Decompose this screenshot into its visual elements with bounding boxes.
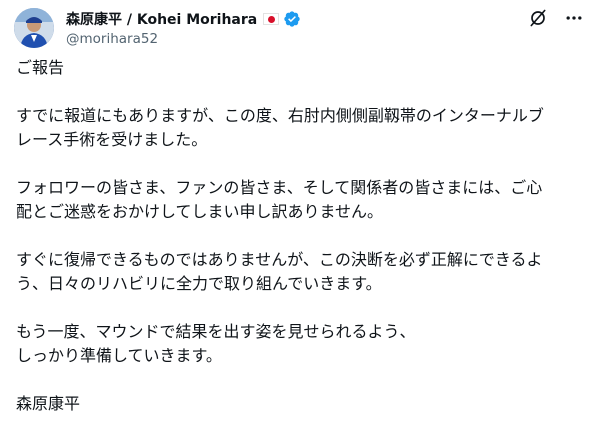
tweet-header: 森原康平 / Kohei Morihara @morihara52 — [14, 8, 586, 52]
post-paragraph: もう一度、マウンドで結果を出す姿を見せられるよう、 しっかり準備していきます。 — [16, 322, 416, 365]
verified-badge-icon — [284, 11, 300, 27]
avatar[interactable] — [14, 8, 54, 48]
tweet-card: 森原康平 / Kohei Morihara @morihara52 ご報告 すで… — [0, 0, 596, 444]
display-name-line: 森原康平 / Kohei Morihara — [66, 10, 301, 28]
post-paragraph: すぐに復帰できるものではありませんが、この決断を必ず正解にできるよ う、日々のリ… — [16, 250, 543, 293]
display-name[interactable]: 森原康平 / Kohei Morihara — [66, 9, 257, 29]
tweet-text: ご報告 すでに報道にもありますが、この度、右肘内側側副靱帯のインターナルブ レー… — [16, 56, 584, 416]
tweet-actions — [528, 8, 584, 28]
japan-flag-icon — [263, 13, 280, 25]
post-paragraph: ご報告 — [16, 58, 65, 77]
post-paragraph: フォロワーの皆さま、ファンの皆さま、そして関係者の皆さまには、ご心 配とご迷惑を… — [16, 178, 543, 221]
more-icon[interactable] — [564, 8, 584, 28]
post-paragraph: すでに報道にもありますが、この度、右肘内側側副靱帯のインターナルブ レース手術を… — [16, 106, 544, 149]
post-signature: 森原康平 — [16, 394, 81, 413]
avatar-photo — [14, 8, 54, 48]
author-names: 森原康平 / Kohei Morihara @morihara52 — [66, 10, 301, 47]
author-handle[interactable]: @morihara52 — [66, 31, 301, 47]
grok-icon[interactable] — [528, 8, 548, 28]
